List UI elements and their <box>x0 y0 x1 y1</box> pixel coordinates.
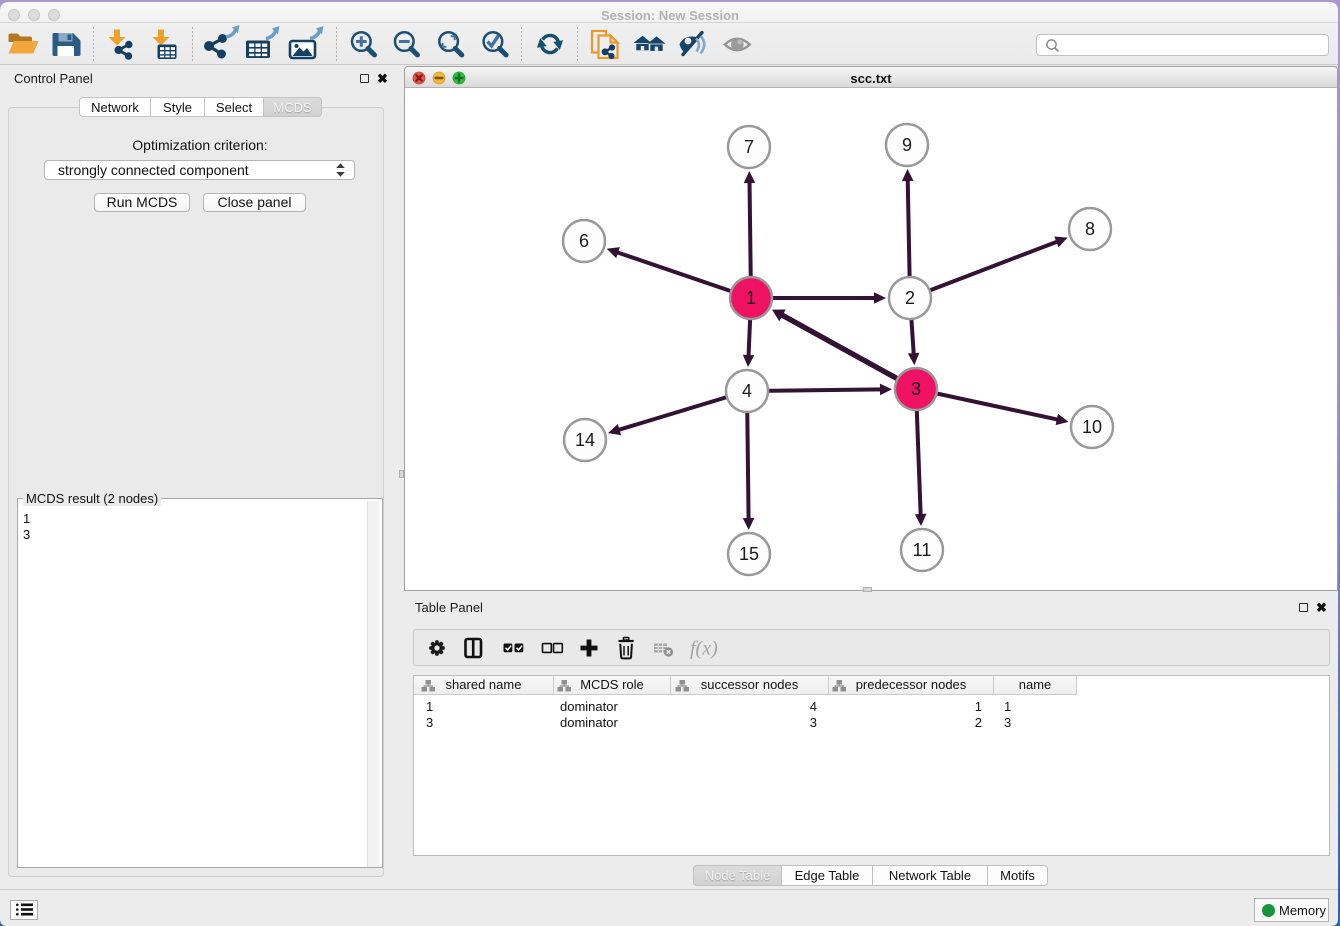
svg-text:2: 2 <box>905 288 915 308</box>
svg-text:1: 1 <box>746 288 756 308</box>
svg-text:11: 11 <box>913 540 932 560</box>
svg-text:7: 7 <box>744 137 754 157</box>
svg-text:15: 15 <box>739 544 759 564</box>
svg-text:14: 14 <box>575 430 595 450</box>
svg-text:3: 3 <box>911 379 921 399</box>
svg-text:4: 4 <box>742 381 752 401</box>
svg-text:10: 10 <box>1082 417 1102 437</box>
svg-text:8: 8 <box>1085 219 1095 239</box>
svg-text:f(x): f(x) <box>690 638 718 660</box>
svg-text:6: 6 <box>579 231 589 251</box>
svg-text:9: 9 <box>902 135 912 155</box>
